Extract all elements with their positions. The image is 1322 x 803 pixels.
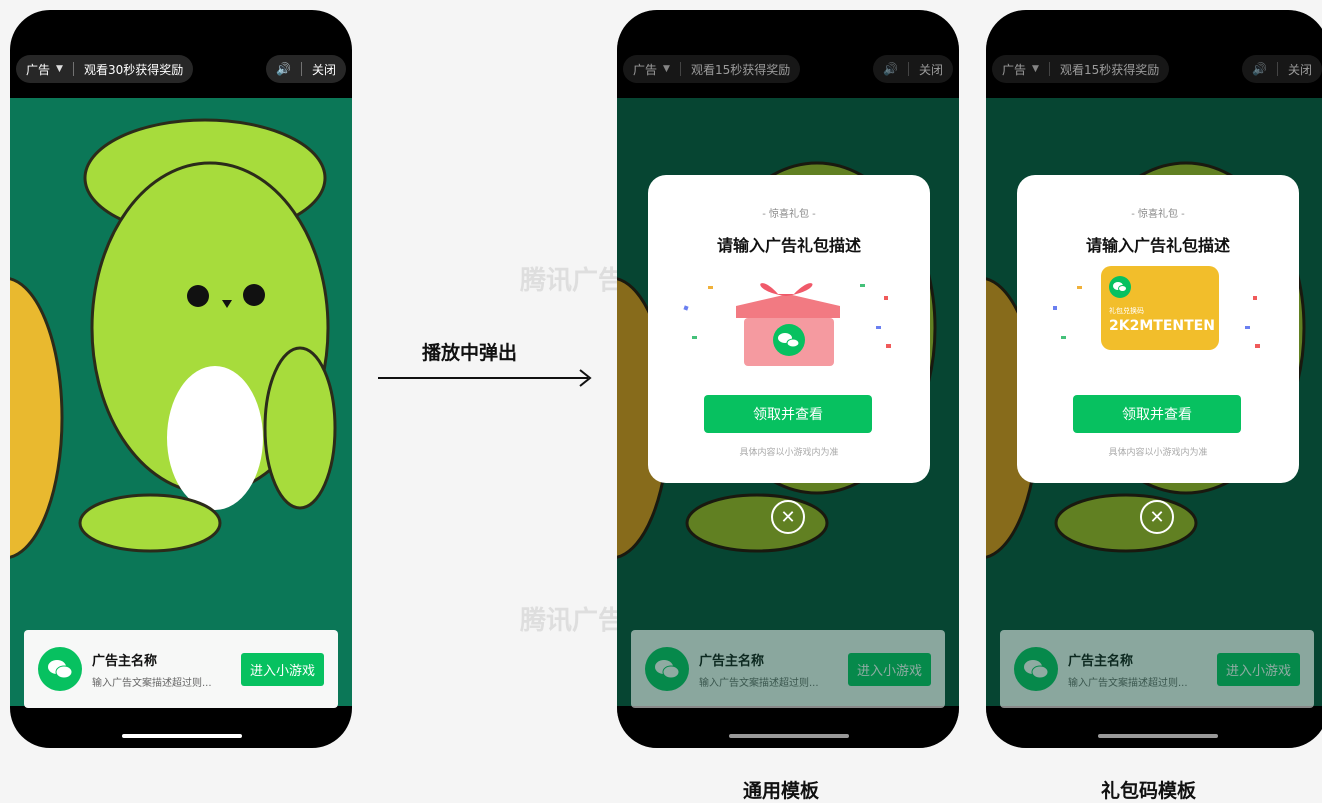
- gift-code-card: 礼包兑换码 2K2MTENTEN: [1101, 266, 1219, 350]
- claim-view-button[interactable]: 领取并查看: [1073, 395, 1241, 433]
- enter-minigame-button[interactable]: 进入小游戏: [240, 652, 324, 686]
- close-button[interactable]: 关闭: [1288, 61, 1312, 78]
- ad-card: 广告主名称 输入广告文案描述超过则... 进入小游戏: [24, 630, 338, 708]
- chevron-down-icon: ▼: [1032, 64, 1039, 74]
- speaker-icon[interactable]: 🔊: [1252, 62, 1267, 76]
- ad-label: 广告: [26, 62, 51, 77]
- gift-code: 2K2MTENTEN: [1109, 318, 1215, 334]
- top-bar: 广告 ▼ 观看15秒获得奖励 🔊 关闭: [623, 54, 953, 84]
- ad-info-pill[interactable]: 广告 ▼ 观看15秒获得奖励: [623, 55, 801, 83]
- wechat-icon: [645, 647, 689, 691]
- ad-description: 输入广告文案描述超过则...: [699, 677, 819, 689]
- ad-label: 广告: [633, 62, 658, 77]
- enter-minigame-button[interactable]: 进入小游戏: [1216, 652, 1300, 686]
- modal-kicker: - 惊喜礼包 -: [762, 209, 816, 220]
- speaker-icon[interactable]: 🔊: [276, 62, 291, 76]
- caption-general-template: 通用模板: [743, 780, 820, 802]
- gift-box-icon: [648, 266, 930, 376]
- advertiser-name: 广告主名称: [92, 653, 158, 669]
- claim-view-button[interactable]: 领取并查看: [704, 395, 872, 433]
- gift-code-modal: - 惊喜礼包 - 请输入广告礼包描述 礼包兑换码 2K2MTENTEN 领取并查…: [1017, 175, 1299, 483]
- reward-countdown: 观看30秒获得奖励: [83, 62, 184, 77]
- home-indicator: [1098, 734, 1218, 738]
- top-bar: 广告 ▼ 观看15秒获得奖励 🔊 关闭: [992, 54, 1322, 84]
- modal-kicker: - 惊喜礼包 -: [1131, 209, 1185, 220]
- enter-minigame-button[interactable]: 进入小游戏: [847, 652, 931, 686]
- ad-label: 广告: [1002, 62, 1027, 77]
- gift-code-area: 礼包兑换码 2K2MTENTEN: [1017, 266, 1299, 376]
- modal-title: 请输入广告礼包描述: [1085, 236, 1230, 255]
- modal-title: 请输入广告礼包描述: [716, 236, 861, 255]
- speaker-icon[interactable]: 🔊: [883, 62, 898, 76]
- advertiser-name: 广告主名称: [1068, 653, 1134, 669]
- advertiser-name: 广告主名称: [699, 653, 765, 669]
- reward-countdown: 观看15秒获得奖励: [690, 62, 791, 77]
- close-button[interactable]: 关闭: [919, 61, 943, 78]
- arrow-right-icon: [378, 369, 592, 387]
- arrow-label: 播放中弹出: [422, 342, 518, 364]
- caption-code-template: 礼包码模板: [1101, 780, 1197, 802]
- wechat-icon: [38, 647, 82, 691]
- ad-video-screen: [10, 98, 352, 706]
- phone-general-template: 广告 ▼ 观看15秒获得奖励 🔊 关闭 - 惊喜礼包 - 请输入广告礼包描述 领…: [617, 10, 959, 748]
- sound-close-pill: 🔊 关闭: [266, 55, 346, 83]
- gift-modal: - 惊喜礼包 - 请输入广告礼包描述 领取并查看 具体内容以小游戏内为准: [648, 175, 930, 483]
- chevron-down-icon: ▼: [663, 64, 670, 74]
- phone-playing: 广告 ▼ 观看30秒获得奖励 🔊 关闭 广告主名称 输入广告文案描述超过则...…: [10, 10, 352, 748]
- close-button[interactable]: 关闭: [312, 61, 336, 78]
- sound-close-pill: 🔊 关闭: [1242, 55, 1322, 83]
- home-indicator: [122, 734, 242, 738]
- mascot-illustration: [10, 118, 337, 559]
- ad-info-pill[interactable]: 广告 ▼ 观看30秒获得奖励: [16, 55, 194, 83]
- sound-close-pill: 🔊 关闭: [873, 55, 953, 83]
- close-icon[interactable]: ✕: [1140, 500, 1174, 534]
- ad-description: 输入广告文案描述超过则...: [1068, 677, 1188, 689]
- close-icon[interactable]: ✕: [771, 500, 805, 534]
- phone-code-template: 广告 ▼ 观看15秒获得奖励 🔊 关闭 - 惊喜礼包 - 请输入广告礼包描述 礼…: [986, 10, 1322, 748]
- chevron-down-icon: ▼: [56, 64, 63, 74]
- ad-card: 广告主名称 输入广告文案描述超过则... 进入小游戏: [1000, 630, 1314, 708]
- ad-description: 输入广告文案描述超过则...: [92, 677, 212, 689]
- top-bar: 广告 ▼ 观看30秒获得奖励 🔊 关闭: [16, 54, 346, 84]
- modal-footnote: 具体内容以小游戏内为准: [739, 448, 839, 458]
- ad-info-pill[interactable]: 广告 ▼ 观看15秒获得奖励: [992, 55, 1170, 83]
- reward-countdown: 观看15秒获得奖励: [1059, 62, 1160, 77]
- home-indicator: [729, 734, 849, 738]
- wechat-icon: [1109, 276, 1131, 298]
- ad-card: 广告主名称 输入广告文案描述超过则... 进入小游戏: [631, 630, 945, 708]
- wechat-icon: [1014, 647, 1058, 691]
- modal-footnote: 具体内容以小游戏内为准: [1108, 448, 1208, 458]
- code-label: 礼包兑换码: [1109, 307, 1144, 315]
